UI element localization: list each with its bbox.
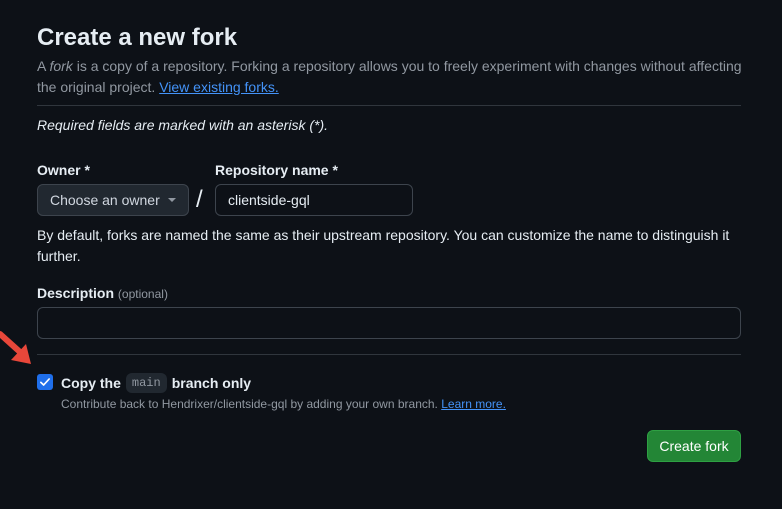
- description-label-text: Description: [37, 285, 115, 301]
- copy-main-branch-checkbox[interactable]: [37, 374, 53, 390]
- intro-text: A fork is a copy of a repository. Forkin…: [37, 56, 747, 98]
- owner-dropdown-value: Choose an owner: [50, 192, 160, 208]
- copy-branch-label-prefix: Copy the: [61, 375, 121, 391]
- owner-label: Owner *: [37, 162, 90, 178]
- red-arrow-icon: [0, 331, 31, 364]
- intro-prefix: A: [37, 58, 50, 74]
- optional-tag: (optional): [117, 287, 168, 301]
- owner-dropdown[interactable]: Choose an owner: [37, 184, 189, 216]
- branch-name-code: main: [125, 373, 167, 393]
- required-fields-note: Required fields are marked with an aster…: [37, 117, 329, 133]
- copy-branch-label-suffix: branch only: [171, 375, 252, 391]
- copy-branch-sub-text: Contribute back to Hendrixer/clientside-…: [61, 397, 442, 411]
- chevron-down-icon: [168, 198, 176, 202]
- copy-branch-label: Copy the main branch only: [61, 373, 251, 393]
- view-existing-forks-link[interactable]: View existing forks.: [159, 79, 279, 95]
- copy-branch-description: Contribute back to Hendrixer/clientside-…: [61, 397, 506, 411]
- fork-naming-hint: By default, forks are named the same as …: [37, 227, 730, 264]
- create-fork-button[interactable]: Create fork: [647, 430, 741, 462]
- description-label: Description (optional): [37, 285, 168, 301]
- checkmark-icon: [40, 378, 50, 386]
- learn-more-link[interactable]: Learn more.: [441, 397, 506, 411]
- header-divider: [37, 105, 741, 106]
- repository-name-input[interactable]: [215, 184, 413, 216]
- page-title: Create a new fork: [37, 24, 238, 51]
- repository-name-label: Repository name *: [215, 162, 338, 178]
- form-divider: [37, 354, 741, 355]
- owner-repo-separator: /: [196, 186, 203, 213]
- description-input[interactable]: [37, 307, 741, 339]
- intro-suffix: is a copy of a repository. Forking a rep…: [37, 58, 742, 95]
- intro-fork-word: fork: [49, 58, 73, 74]
